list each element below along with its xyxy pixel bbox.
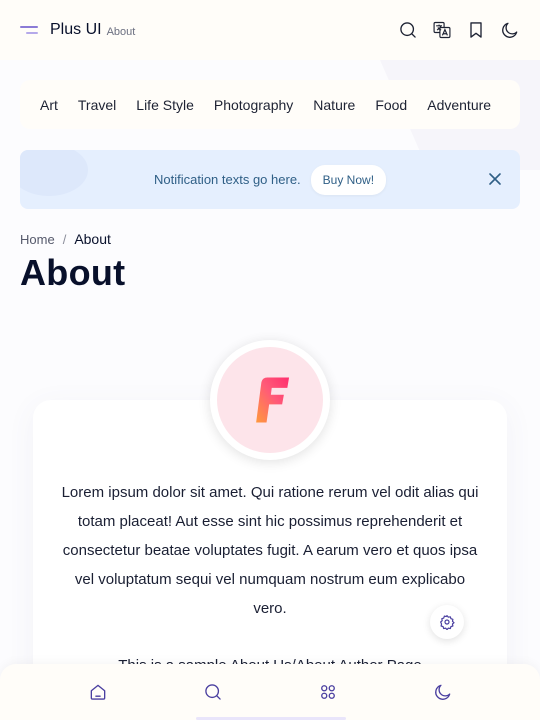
logo-icon	[217, 347, 323, 453]
home-icon[interactable]	[78, 672, 118, 712]
breadcrumb-separator: /	[62, 231, 67, 247]
moon-icon[interactable]	[500, 20, 520, 40]
about-paragraph: Lorem ipsum dolor sit amet. Qui ratione …	[61, 484, 479, 617]
site-subtitle: About	[106, 25, 136, 38]
category-nav: Art Travel Life Style Photography Nature…	[20, 80, 520, 129]
close-icon[interactable]	[488, 172, 502, 186]
avatar	[210, 340, 330, 460]
notification-text: Notification texts go here.	[153, 172, 301, 187]
search-icon[interactable]	[398, 20, 418, 40]
notification-bar: Notification texts go here. Buy Now!	[20, 150, 520, 209]
buy-now-button[interactable]: Buy Now!	[310, 164, 387, 195]
menu-icon[interactable]	[20, 23, 40, 37]
breadcrumb-home-link[interactable]: Home	[20, 232, 55, 247]
category-item-life-style[interactable]: Life Style	[136, 97, 194, 113]
search-icon[interactable]	[193, 672, 233, 712]
bottom-nav	[0, 664, 540, 720]
translate-icon[interactable]	[432, 20, 452, 40]
page-title: About	[20, 252, 126, 293]
category-item-travel[interactable]: Travel	[78, 97, 116, 113]
top-header: Plus UI About	[0, 0, 540, 60]
bookmark-icon[interactable]	[466, 20, 486, 40]
moon-icon[interactable]	[423, 672, 463, 712]
gear-icon[interactable]	[430, 605, 464, 639]
breadcrumb: Home / About	[20, 231, 111, 247]
apps-icon[interactable]	[308, 672, 348, 712]
category-item-photography[interactable]: Photography	[214, 97, 293, 113]
header-actions	[398, 20, 520, 40]
category-item-food[interactable]: Food	[375, 97, 407, 113]
category-item-art[interactable]: Art	[40, 97, 58, 113]
site-title[interactable]: Plus UI	[50, 21, 102, 39]
breadcrumb-current: About	[74, 231, 111, 247]
category-item-adventure[interactable]: Adventure	[427, 97, 491, 113]
notification-decoration	[20, 150, 88, 196]
category-item-nature[interactable]: Nature	[313, 97, 355, 113]
